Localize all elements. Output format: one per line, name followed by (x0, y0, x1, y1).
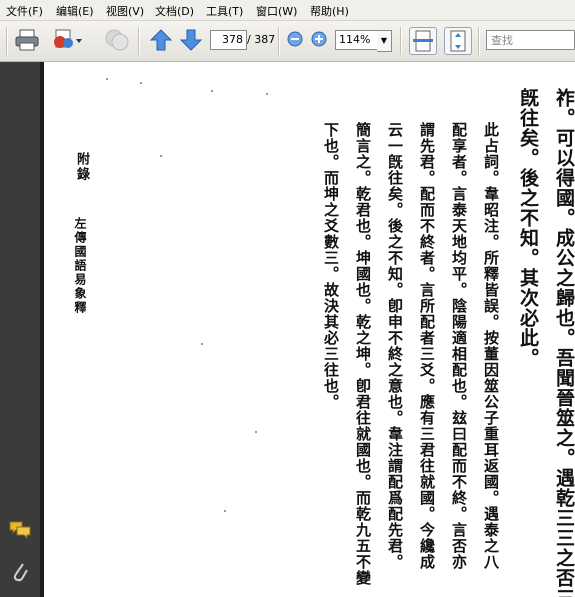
toolbar-separator (400, 27, 402, 55)
text-column-7: 簡言之。乾君也。坤國也。乾之坤。卽君往就國也。而乾九五不變 (354, 122, 372, 586)
menu-tools[interactable]: 工具(T) (206, 3, 243, 19)
toolbar: 378 / 387 114% ▼ 查找 (0, 21, 575, 62)
menu-help[interactable]: 帮助(H) (310, 3, 349, 19)
scan-speck (140, 82, 142, 84)
text-column-5: 謂先君。配而不終者。言所配者三爻。應有三君往就國。今纔成 (418, 122, 436, 570)
fit-page-icon (450, 30, 466, 52)
fit-width-icon (413, 30, 433, 52)
zoom-input[interactable]: 114% (335, 30, 378, 50)
review-icon[interactable] (103, 27, 131, 53)
text-column-3: 此占詞。韋昭注。所釋皆誤。按董因筮公子重耳返國。遇泰之八 (482, 122, 500, 570)
menu-view[interactable]: 视图(V) (106, 3, 144, 19)
navigation-panel (0, 62, 40, 597)
zoom-in-icon[interactable] (311, 31, 327, 47)
fit-width-button[interactable] (409, 27, 437, 55)
page-number-input[interactable]: 378 (210, 30, 247, 50)
menu-file[interactable]: 文件(F) (6, 3, 43, 19)
text-column-1: 祚。可以得國。成公之歸也。吾聞晉筮之。遇乾三三之否三 (553, 88, 575, 597)
fit-page-button[interactable] (444, 27, 472, 55)
scan-speck (255, 431, 257, 433)
scan-speck (201, 343, 203, 345)
text-column-8: 下也。而坤之爻數三。故決其必三往也。 (322, 122, 340, 410)
scan-speck (211, 90, 213, 92)
toolbar-separator (278, 27, 280, 55)
toolbar-separator (478, 27, 480, 55)
toolbar-separator (138, 27, 140, 55)
text-column-6: 云一旣往矣。後之不知。卽申不終之意也。韋注謂配爲配先君。 (386, 122, 404, 570)
scan-speck (224, 510, 226, 512)
menu-document[interactable]: 文档(D) (155, 3, 194, 19)
document-page: 附錄 左傳國語易象釋 祚。可以得國。成公之歸也。吾聞晉筮之。遇乾三三之否三 旣往… (44, 62, 575, 597)
scan-speck (160, 155, 162, 157)
search-input[interactable]: 查找 (486, 30, 575, 50)
comments-icon[interactable] (8, 520, 32, 540)
print-icon[interactable] (14, 28, 40, 52)
share-icon[interactable] (50, 27, 84, 53)
attachment-icon[interactable] (10, 560, 30, 584)
appendix-label: 附錄 (74, 152, 89, 182)
text-column-4: 配享者。言泰天地均平。陰陽適相配也。玆曰配而不終。言否亦 (450, 122, 468, 570)
appendix-subtitle: 左傳國語易象釋 (73, 217, 87, 315)
zoom-dropdown-icon[interactable]: ▼ (377, 30, 392, 52)
zoom-out-icon[interactable] (287, 31, 303, 47)
toolbar-grip (6, 27, 8, 55)
scan-speck (106, 78, 108, 80)
next-page-icon[interactable] (180, 29, 202, 51)
menu-window[interactable]: 窗口(W) (256, 3, 297, 19)
scan-speck (266, 93, 268, 95)
previous-page-icon[interactable] (150, 29, 172, 51)
text-column-2: 旣往矣。後之不知。其次必此。 (517, 88, 539, 368)
page-total: / 387 (247, 33, 276, 46)
menu-edit[interactable]: 编辑(E) (56, 3, 94, 19)
menu-bar: 文件(F) 编辑(E) 视图(V) 文档(D) 工具(T) 窗口(W) 帮助(H… (0, 0, 575, 21)
